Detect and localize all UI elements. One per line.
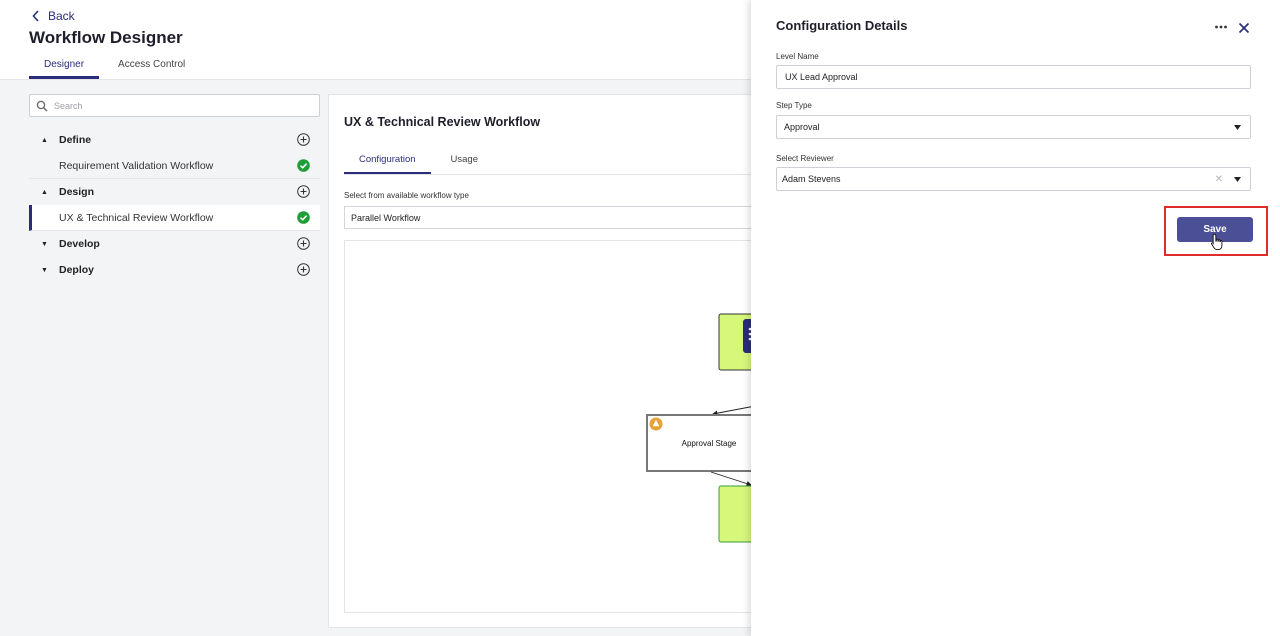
tab-usage[interactable]: Usage — [436, 147, 493, 174]
step-type-select[interactable]: Approval — [776, 115, 1251, 139]
add-circle-icon[interactable] — [297, 133, 310, 146]
chevron-left-icon — [32, 10, 39, 22]
section-label: Define — [59, 134, 92, 146]
clear-icon[interactable]: ✕ — [1215, 174, 1223, 185]
header-tabs: Designer Access Control — [29, 52, 200, 79]
tree-section-deploy[interactable]: ▼ Deploy — [29, 257, 320, 283]
section-label: Develop — [59, 238, 100, 250]
check-circle-icon — [297, 211, 310, 224]
warning-icon — [649, 417, 663, 431]
workflow-diagram: Approval Stage — [646, 313, 763, 543]
workflow-panel: UX & Technical Review Workflow Configura… — [328, 94, 764, 628]
tab-configuration[interactable]: Configuration — [344, 147, 431, 174]
tree-section-define[interactable]: ▲ Define — [29, 127, 320, 153]
tree-section-develop[interactable]: ▼ Develop — [29, 231, 320, 257]
level-name-input[interactable]: UX Lead Approval — [776, 65, 1251, 89]
caret-down-icon: ▼ — [41, 266, 48, 274]
approval-stage-label: Approval Stage — [682, 439, 737, 448]
reviewer-select[interactable]: Adam Stevens ✕ — [776, 167, 1251, 191]
search-input[interactable] — [54, 100, 304, 111]
tree-section-design[interactable]: ▲ Design — [29, 179, 320, 205]
workflow-tree: ▲ Define Requirement Validation Workflow… — [29, 127, 320, 283]
search-box[interactable] — [29, 94, 320, 117]
back-label: Back — [48, 9, 75, 23]
tab-designer[interactable]: Designer — [29, 52, 100, 79]
caret-down-icon — [1234, 177, 1241, 182]
close-icon[interactable] — [1238, 22, 1250, 34]
configuration-details-panel: Configuration Details Level Name UX Lead… — [751, 0, 1280, 636]
connector-line — [712, 405, 756, 416]
level-name-label: Level Name — [776, 52, 819, 61]
caret-down-icon — [1234, 125, 1241, 130]
workflow-sidebar: ▲ Define Requirement Validation Workflow… — [29, 94, 320, 294]
tab-access-control[interactable]: Access Control — [103, 52, 200, 79]
caret-down-icon: ▼ — [41, 240, 48, 248]
step-type-label: Step Type — [776, 101, 812, 110]
workflow-type-select[interactable]: Parallel Workflow — [344, 206, 764, 229]
connector-line — [710, 471, 752, 487]
reviewer-value: Adam Stevens — [782, 174, 841, 184]
tree-item-ux-technical-review[interactable]: UX & Technical Review Workflow — [29, 205, 320, 231]
add-circle-icon[interactable] — [297, 263, 310, 276]
page-title: Workflow Designer — [29, 28, 183, 47]
add-circle-icon[interactable] — [297, 237, 310, 250]
caret-up-icon: ▲ — [41, 188, 48, 196]
workflow-type-label: Select from available workflow type — [344, 191, 469, 200]
workflow-title: UX & Technical Review Workflow — [344, 115, 541, 129]
tree-item-label: UX & Technical Review Workflow — [59, 211, 214, 224]
tabs-divider — [344, 174, 759, 175]
search-icon — [36, 100, 48, 111]
hand-pointer-icon — [1211, 233, 1223, 251]
panel-title: Configuration Details — [776, 18, 908, 33]
back-link[interactable]: Back — [32, 9, 75, 23]
select-reviewer-label: Select Reviewer — [776, 154, 834, 163]
section-label: Deploy — [59, 264, 95, 276]
tree-item-requirement-validation[interactable]: Requirement Validation Workflow — [29, 153, 320, 179]
add-circle-icon[interactable] — [297, 185, 310, 198]
step-type-value: Approval — [784, 122, 820, 132]
tree-item-label: Requirement Validation Workflow — [59, 159, 214, 172]
workflow-diagram-canvas[interactable]: Approval Stage — [344, 240, 764, 613]
more-options-icon[interactable] — [1213, 20, 1229, 34]
caret-up-icon: ▲ — [41, 136, 48, 144]
workflow-tabs: Configuration Usage — [344, 147, 493, 174]
check-circle-icon — [297, 159, 310, 172]
section-label: Design — [59, 186, 95, 198]
